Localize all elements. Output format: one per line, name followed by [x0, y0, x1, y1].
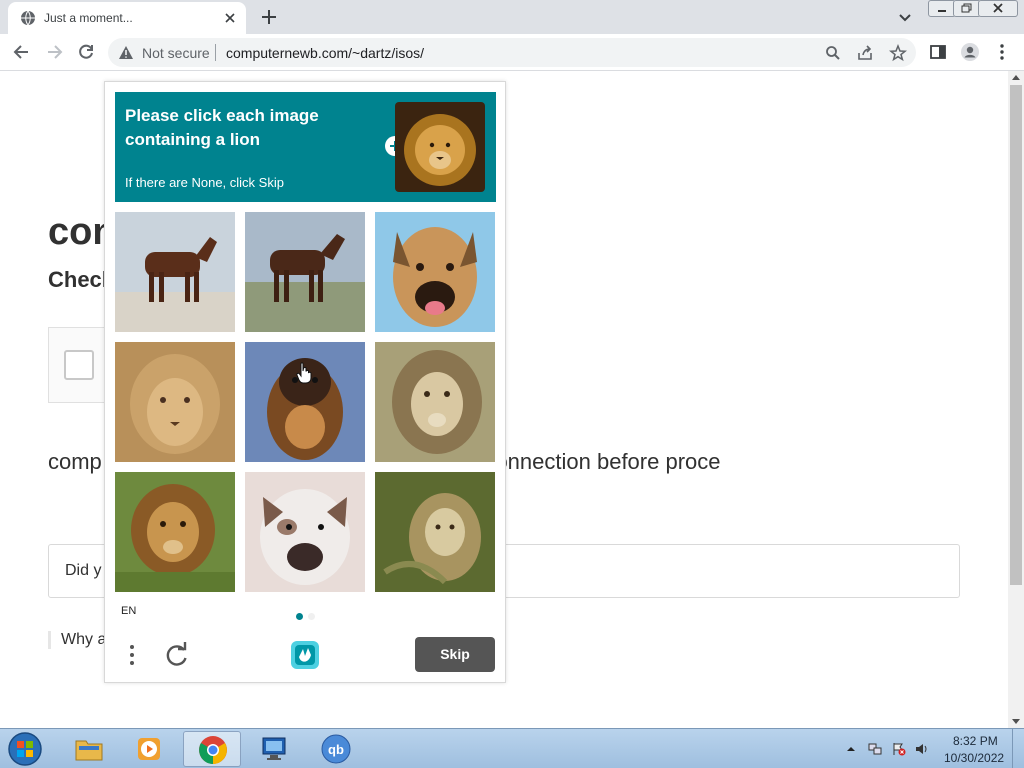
sample-image-lion [395, 102, 485, 192]
kebab-menu-icon[interactable] [992, 42, 1012, 62]
scroll-down-arrow[interactable] [1012, 719, 1020, 724]
share-icon[interactable] [856, 44, 874, 62]
page-dot-active [296, 613, 303, 620]
network-icon[interactable] [868, 742, 882, 756]
grid-image-horse-1[interactable] [115, 212, 235, 332]
details-summary[interactable]: Did y [65, 562, 101, 580]
action-center-flag-icon[interactable] [892, 742, 906, 756]
show-hidden-icons-arrow-icon[interactable] [844, 742, 858, 756]
profile-avatar-icon[interactable] [960, 42, 980, 62]
volume-icon[interactable] [915, 742, 929, 756]
address-bar[interactable]: Not secure computernewb.com/~dartz/isos/ [108, 38, 916, 67]
bookmark-star-icon[interactable] [889, 44, 907, 62]
why-text: Why a [48, 631, 106, 649]
browser-toolbar: Not secure computernewb.com/~dartz/isos/ [0, 34, 1024, 71]
monitor-icon [262, 737, 286, 760]
skip-button[interactable]: Skip [415, 637, 495, 672]
omnibox-divider [215, 44, 216, 61]
folder-icon [75, 740, 103, 761]
taskbar-app-remote-desktop[interactable] [245, 731, 303, 767]
refresh-icon[interactable] [163, 641, 191, 669]
close-icon[interactable] [222, 10, 238, 26]
scroll-thumb[interactable] [1010, 85, 1022, 585]
security-status[interactable]: Not secure [142, 45, 210, 61]
minimize-icon [938, 10, 946, 12]
prompt-title: Please click each image containing a lio… [125, 106, 319, 149]
url-text[interactable]: computernewb.com/~dartz/isos/ [226, 45, 424, 61]
warning-icon[interactable] [118, 45, 134, 60]
grid-image-bulldog[interactable] [245, 472, 365, 592]
kebab-menu-icon[interactable] [123, 642, 141, 668]
grid-image-lion-3[interactable] [115, 472, 235, 592]
chevron-down-icon[interactable] [896, 8, 914, 26]
taskbar-app-explorer[interactable] [60, 731, 118, 767]
taskbar-app-chrome[interactable] [183, 731, 241, 767]
window-close-button[interactable] [978, 0, 1018, 17]
grid-image-lion-4[interactable] [375, 472, 495, 592]
clock-time[interactable]: 8:32 PM [953, 734, 998, 748]
page-dot-inactive [308, 613, 315, 620]
tab-title: Just a moment... [44, 11, 133, 25]
tab-active[interactable]: Just a moment... [8, 2, 246, 34]
clock-date[interactable]: 10/30/2022 [944, 751, 1004, 765]
svg-text:qb: qb [328, 742, 344, 757]
hand-cursor-icon [296, 362, 312, 384]
language-selector[interactable]: EN [121, 605, 136, 617]
verify-checkbox[interactable] [64, 350, 94, 380]
minimize-button[interactable] [928, 0, 956, 17]
grid-image-horse-2[interactable] [245, 212, 365, 332]
taskbar: qb 8:32 PM 10/30/2022 [0, 728, 1024, 768]
grid-image-lion-1[interactable] [115, 342, 235, 462]
reload-icon[interactable] [76, 42, 96, 62]
close-icon [993, 3, 1003, 13]
vertical-scrollbar[interactable] [1008, 71, 1024, 728]
side-panel-icon[interactable] [928, 42, 948, 62]
taskbar-app-media-player[interactable] [121, 731, 179, 767]
globe-icon [21, 10, 35, 26]
forward-arrow-icon[interactable] [44, 42, 64, 62]
chrome-icon [199, 736, 227, 764]
show-desktop-button[interactable] [1012, 729, 1024, 768]
start-button[interactable] [6, 731, 44, 767]
prompt-subtitle: If there are None, click Skip [125, 175, 284, 190]
captcha-prompt: Please click each image containing a lio… [115, 92, 496, 202]
new-tab-button[interactable] [258, 7, 280, 27]
scroll-up-arrow[interactable] [1012, 75, 1020, 80]
image-grid [115, 212, 496, 593]
grid-image-dog-1[interactable] [375, 212, 495, 332]
back-arrow-icon[interactable] [12, 42, 32, 62]
search-icon[interactable] [824, 44, 842, 62]
taskbar-app-qbittorrent[interactable]: qb [307, 731, 365, 767]
hcaptcha-logo-icon [291, 641, 319, 669]
grid-image-dog-2[interactable] [245, 342, 365, 462]
media-player-icon [138, 738, 160, 760]
restore-button[interactable] [953, 0, 981, 17]
qbittorrent-icon: qb [321, 734, 351, 764]
tab-strip: Just a moment... [0, 0, 1024, 34]
restore-icon [961, 3, 972, 13]
grid-image-lion-2[interactable] [375, 342, 495, 462]
